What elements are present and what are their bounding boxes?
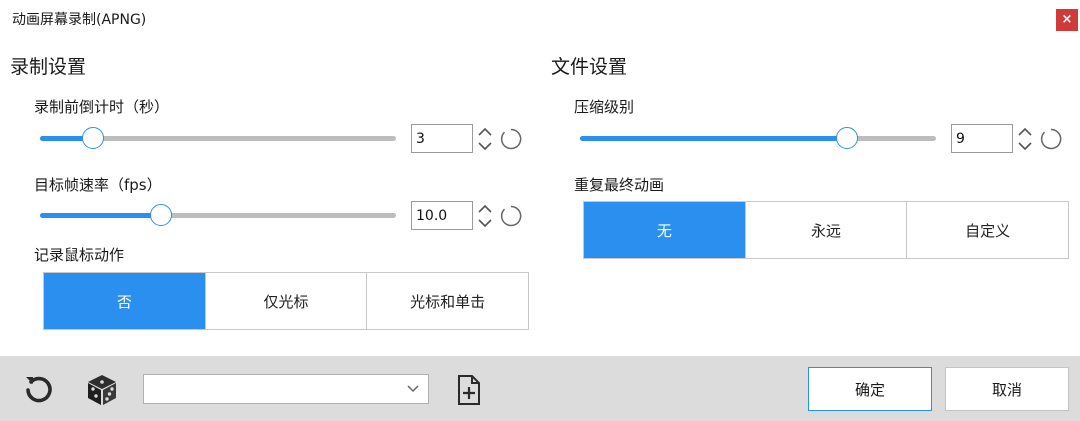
countdown-spinner[interactable] — [476, 125, 494, 153]
repeat-label: 重复最终动画 — [574, 176, 665, 194]
repeat-option-forever[interactable]: 永远 — [744, 202, 907, 258]
file-settings-title: 文件设置 — [551, 56, 628, 78]
reset-rotate-icon[interactable] — [22, 373, 56, 407]
compression-slider[interactable] — [580, 126, 936, 150]
slider-thumb[interactable] — [836, 127, 858, 149]
repeat-option-custom[interactable]: 自定义 — [906, 202, 1069, 258]
repeat-option-none[interactable]: 无 — [584, 202, 745, 258]
mouse-option-none[interactable]: 否 — [44, 273, 205, 329]
close-button[interactable]: × — [1056, 9, 1078, 31]
fps-label: 目标帧速率（fps） — [34, 176, 162, 194]
repeat-segmented: 无 永远 自定义 — [583, 201, 1069, 259]
title-bar: 动画屏幕录制(APNG) × — [0, 0, 1080, 40]
spinner-updown-icon — [1018, 127, 1032, 151]
countdown-label: 录制前倒计时（秒） — [34, 98, 170, 116]
add-file-icon[interactable] — [456, 374, 482, 406]
compression-reset-icon[interactable] — [1040, 128, 1062, 150]
record-settings-title: 录制设置 — [10, 56, 87, 78]
compression-spinner[interactable] — [1016, 125, 1034, 153]
slider-thumb[interactable] — [82, 127, 105, 149]
cancel-button[interactable]: 取消 — [945, 367, 1069, 411]
countdown-slider[interactable] — [40, 126, 396, 150]
spinner-updown-icon — [478, 127, 492, 151]
fps-reset-icon[interactable] — [500, 205, 522, 227]
countdown-reset-icon[interactable] — [500, 128, 522, 150]
countdown-input[interactable] — [411, 124, 473, 153]
footer-bar: 确定 取消 — [0, 356, 1080, 421]
mouse-action-segmented: 否 仅光标 光标和单击 — [43, 272, 529, 330]
fps-spinner[interactable] — [476, 202, 494, 230]
dice-icon[interactable] — [84, 372, 120, 408]
slider-fill — [40, 213, 162, 218]
ok-button[interactable]: 确定 — [808, 367, 932, 411]
preset-dropdown[interactable] — [143, 374, 429, 404]
spinner-updown-icon — [478, 204, 492, 228]
compression-input[interactable] — [951, 124, 1013, 153]
mouse-option-cursor-only[interactable]: 仅光标 — [204, 273, 367, 329]
slider-fill — [580, 136, 847, 141]
slider-thumb[interactable] — [150, 204, 173, 226]
window-title: 动画屏幕录制(APNG) — [12, 12, 147, 28]
mouse-action-label: 记录鼠标动作 — [34, 246, 125, 264]
chevron-down-icon — [407, 385, 419, 393]
fps-slider[interactable] — [40, 203, 396, 227]
fps-input[interactable] — [411, 201, 473, 230]
mouse-option-cursor-and-click[interactable]: 光标和单击 — [366, 273, 529, 329]
compression-label: 压缩级别 — [574, 98, 635, 116]
